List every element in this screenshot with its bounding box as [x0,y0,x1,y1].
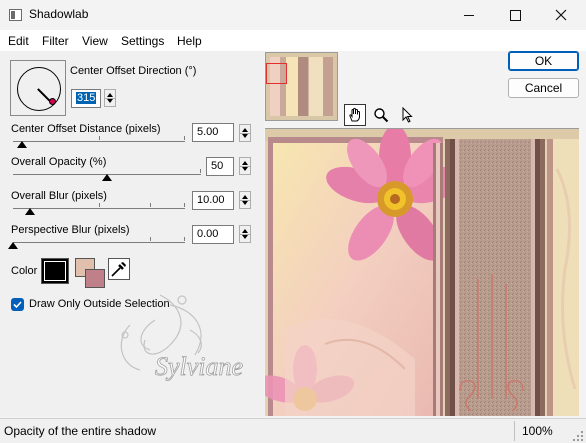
direction-label: Center Offset Direction (°) [70,65,197,77]
blur-slider-thumb[interactable] [25,208,36,215]
perspective-label: Perspective Blur (pixels) [11,224,130,236]
perspective-tick [184,237,185,241]
direction-spinner[interactable] [104,89,116,107]
pointer-tool[interactable] [396,104,418,126]
ok-button[interactable]: OK [508,51,579,71]
zoom-level: 100% [522,424,553,438]
material-swatch[interactable] [75,258,105,288]
direction-value: 315 [76,92,97,104]
hand-icon [349,108,360,122]
distance-slider-track[interactable] [13,141,185,142]
maximize-button[interactable] [492,0,538,30]
blur-slider-track[interactable] [13,208,185,209]
blur-tick [184,203,185,207]
menu-view[interactable]: View [82,34,108,48]
pointer-icon [402,107,413,123]
pan-tool[interactable] [344,104,366,126]
blur-tick [150,203,151,207]
zoom-tool[interactable] [370,104,392,126]
distance-tick [184,136,185,140]
distance-slider-thumb[interactable] [16,141,27,148]
direction-dial[interactable] [10,60,66,116]
distance-spinner[interactable] [239,124,251,142]
preview-canvas[interactable] [265,128,579,416]
draw-outside-label[interactable]: Draw Only Outside Selection [29,298,170,310]
preview-image [265,129,579,416]
distance-tick [99,136,100,140]
status-text: Opacity of the entire shadow [4,424,157,438]
opacity-spinner[interactable] [239,157,251,175]
blur-tick [99,203,100,207]
close-icon [555,9,567,21]
view-rectangle[interactable] [266,63,287,84]
app-icon [9,9,22,21]
opacity-label: Overall Opacity (%) [11,156,107,168]
shadow-color-swatch[interactable] [41,258,69,284]
window-title: Shadowlab [29,7,89,21]
zoom-icon [374,108,389,123]
watermark-text: Sylviane [155,352,243,381]
status-divider [514,421,515,441]
cancel-button[interactable]: Cancel [508,78,579,98]
perspective-tick [150,237,151,241]
distance-input[interactable]: 5.00 [192,123,234,142]
menu-bar: Edit Filter View Settings Help [0,30,586,51]
opacity-slider-thumb[interactable] [102,174,112,181]
menu-filter[interactable]: Filter [42,34,69,48]
eyedropper-button[interactable] [108,258,130,280]
status-bar: Opacity of the entire shadow 100% [0,418,586,443]
menu-edit[interactable]: Edit [8,34,29,48]
checkmark-icon [13,301,22,309]
blur-label: Overall Blur (pixels) [11,190,107,202]
perspective-slider-track[interactable] [13,242,185,243]
background-color[interactable] [85,269,105,288]
perspective-input[interactable]: 0.00 [192,225,234,244]
menu-help[interactable]: Help [177,34,202,48]
resize-grip-icon[interactable] [572,430,584,442]
maximize-icon [509,9,521,21]
eyedropper-icon [111,262,126,277]
direction-input[interactable]: 315 [71,89,101,108]
blur-spinner[interactable] [239,191,251,209]
menu-settings[interactable]: Settings [121,34,164,48]
opacity-tick [200,169,201,173]
dial-handle[interactable] [49,98,56,105]
draw-outside-checkbox[interactable] [11,298,24,311]
opacity-input[interactable]: 50 [206,157,234,176]
minimize-button[interactable] [446,0,492,30]
minimize-icon [464,14,474,16]
close-button[interactable] [538,0,584,30]
navigator-thumbnail[interactable] [265,52,338,121]
blur-input[interactable]: 10.00 [192,191,234,210]
color-label: Color [11,265,38,277]
distance-label: Center Offset Distance (pixels) [11,123,161,135]
perspective-spinner[interactable] [239,225,251,243]
title-bar: Shadowlab [0,0,586,30]
perspective-slider-thumb[interactable] [8,242,18,249]
